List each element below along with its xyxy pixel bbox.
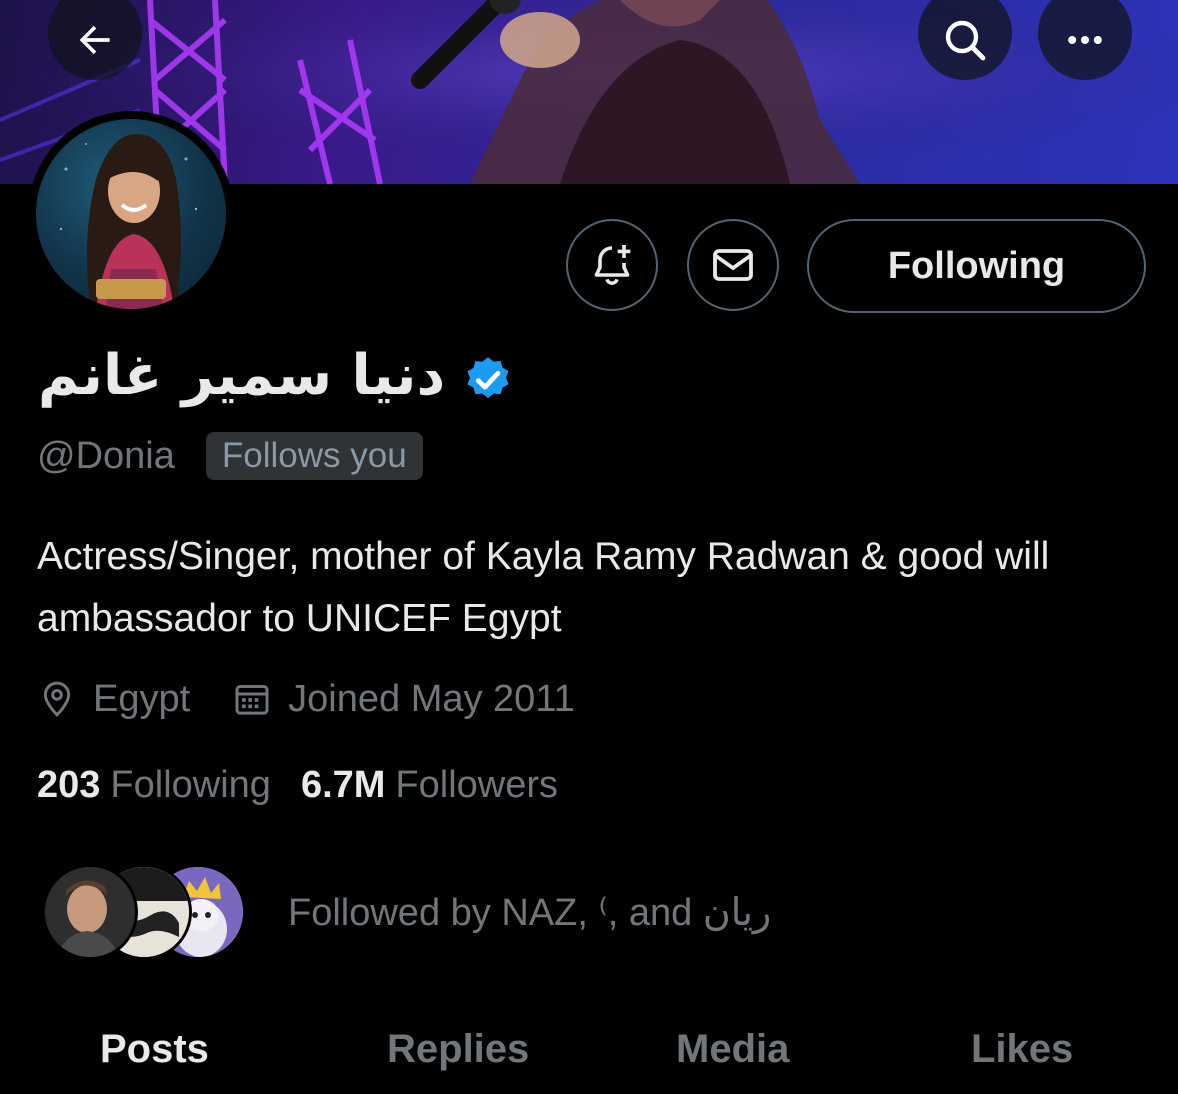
handle: @Donia	[37, 434, 175, 477]
tab-posts[interactable]: Posts	[100, 1010, 209, 1088]
following-label: Following	[110, 763, 271, 806]
follower-avatar-image	[45, 867, 135, 957]
profile-tabs: Posts Replies Media Likes	[0, 1010, 1178, 1094]
avatar-image	[59, 134, 198, 309]
join-date: Joined May 2011	[232, 678, 575, 721]
search-icon	[945, 20, 986, 61]
location: Egypt	[37, 678, 190, 721]
follows-you-badge: Follows you	[205, 432, 423, 480]
bell-plus-icon	[594, 245, 631, 285]
followers-stat[interactable]: 6.7M Followers	[301, 764, 558, 807]
followers-label: Followers	[395, 763, 559, 806]
follower-avatar	[42, 864, 138, 960]
calendar-icon	[235, 685, 269, 715]
avatar[interactable]	[36, 119, 226, 309]
notify-button[interactable]	[566, 219, 658, 311]
arrow-left-icon	[79, 25, 110, 55]
verified-badge-icon[interactable]	[462, 354, 514, 406]
bio: Actress/Singer, mother of Kayla Ramy Rad…	[37, 535, 1050, 640]
following-stat[interactable]: 203 Following	[37, 764, 271, 807]
tab-likes[interactable]: Likes	[971, 1010, 1073, 1088]
tab-media[interactable]: Media	[676, 1010, 789, 1088]
following-button[interactable]: Following	[807, 219, 1146, 313]
following-count: 203	[37, 763, 101, 806]
location-pin-icon	[43, 681, 71, 717]
followed-by-text: Followed by NAZ, ⁽, and ريان	[288, 891, 772, 934]
location-text: Egypt	[93, 677, 191, 720]
message-button[interactable]	[687, 219, 779, 311]
avatar-frame	[28, 111, 234, 317]
profile-stats: 203 Following 6.7M Followers	[37, 758, 558, 812]
tab-replies[interactable]: Replies	[387, 1010, 529, 1088]
more-horizontal-icon	[1068, 35, 1102, 45]
profile-meta: Egypt Joined May 2011	[37, 672, 575, 726]
envelope-icon	[713, 249, 753, 281]
display-name: دنيا سمير غانم	[38, 343, 446, 408]
join-date-text: Joined May 2011	[288, 677, 575, 720]
handle-row: @Donia Follows you	[37, 428, 423, 484]
followers-count: 6.7M	[300, 763, 386, 806]
